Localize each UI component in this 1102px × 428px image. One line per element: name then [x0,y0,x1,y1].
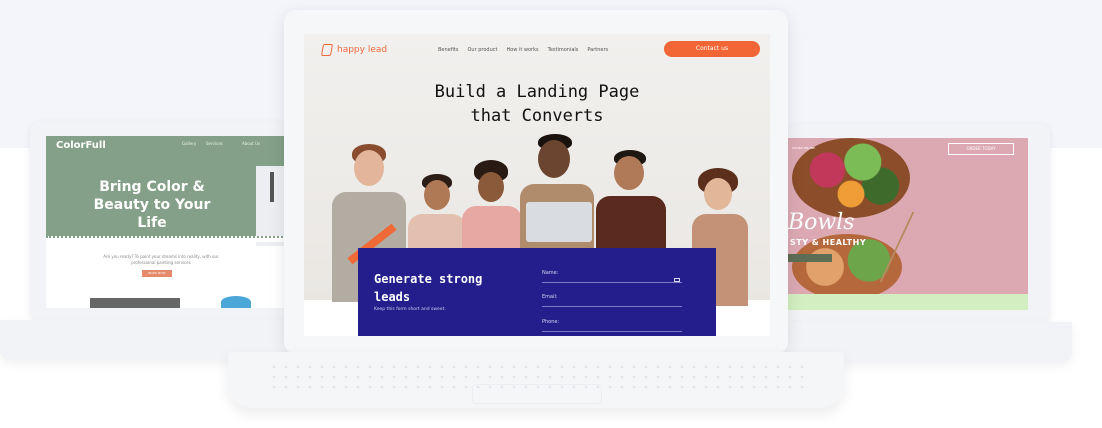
happy-lead-nav: Benefits Our product How it works Testim… [438,47,608,53]
colorfull-nav-item[interactable]: Gallery [182,141,196,146]
bowls-nav-link[interactable]: ORDER ONLINE [792,146,815,150]
nav-our-product[interactable]: Our product [467,47,497,53]
happy-lead-logo[interactable]: happy lead [320,44,388,56]
colorfull-hero: ColorFull Gallery Services About Us Brin… [46,136,290,246]
colorfull-body-text: Are you ready? To paint your dreams into… [103,254,219,265]
phone-field[interactable]: Phone: [542,319,682,332]
right-laptop-screen: ORDER ONLINE ORDER TODAY Bowls STY & HEA… [788,138,1028,310]
bowls-cta-button[interactable] [788,254,832,262]
bowls-subheadline: STY & HEALTHY [790,238,867,247]
happy-lead-screen: happy lead Benefits Our product How it w… [304,34,770,336]
bowls-headline: Bowls [788,210,855,235]
left-laptop-screen: ColorFull Gallery Services About Us Brin… [46,136,290,308]
lead-form-panel: Generate strong leads Keep this form sho… [358,248,716,336]
center-laptop-mockup: happy lead Benefits Our product How it w… [284,10,788,354]
order-today-button[interactable]: ORDER TODAY [948,143,1014,155]
colorfull-gallery-image-2 [221,296,251,308]
colorfull-logo[interactable]: ColorFull [56,140,106,151]
colorfull-book-button[interactable]: BOOK NOW [142,270,172,277]
nav-benefits[interactable]: Benefits [438,47,458,53]
happy-lead-logo-text: happy lead [337,45,388,55]
contact-us-button[interactable]: Contact us [664,41,760,57]
contact-card-icon [674,278,680,282]
nav-testimonials[interactable]: Testimonials [548,47,579,53]
colorfull-nav-item[interactable]: About Us [242,141,260,146]
email-field-underline [542,306,682,307]
happy-lead-logo-icon [320,44,334,56]
name-field-label: Name: [542,270,559,276]
hero-headline: Build a Landing Page that Converts [434,82,640,126]
salad-bowl-image [792,138,910,218]
phone-field-underline [542,331,682,332]
phone-field-label: Phone: [542,319,560,325]
torn-paper-divider [46,236,290,242]
right-laptop-mockup: ORDER ONLINE ORDER TODAY Bowls STY & HEA… [788,124,1050,324]
colorfull-gallery-image [90,298,180,308]
left-laptop-mockup: ColorFull Gallery Services About Us Brin… [30,122,290,322]
colorfull-headline: Bring Color & Beauty to Your Life [93,179,211,231]
bowls-footer-band [788,294,1028,310]
form-subtitle: Keep this form short and sweet. [374,307,446,312]
nav-partners[interactable]: Partners [587,47,608,53]
email-field[interactable]: Email: [542,294,682,307]
colorfull-nav-item[interactable]: Services [206,141,223,146]
email-field-label: Email: [542,294,558,300]
trackpad [472,384,602,404]
center-laptop-keyboard-base [228,352,844,408]
name-field[interactable]: Name: [542,270,682,283]
nav-how-it-works[interactable]: How it works [506,47,538,53]
form-title: Generate strong leads [374,272,483,304]
person-laptop-prop [526,202,592,242]
name-field-underline [542,282,682,283]
